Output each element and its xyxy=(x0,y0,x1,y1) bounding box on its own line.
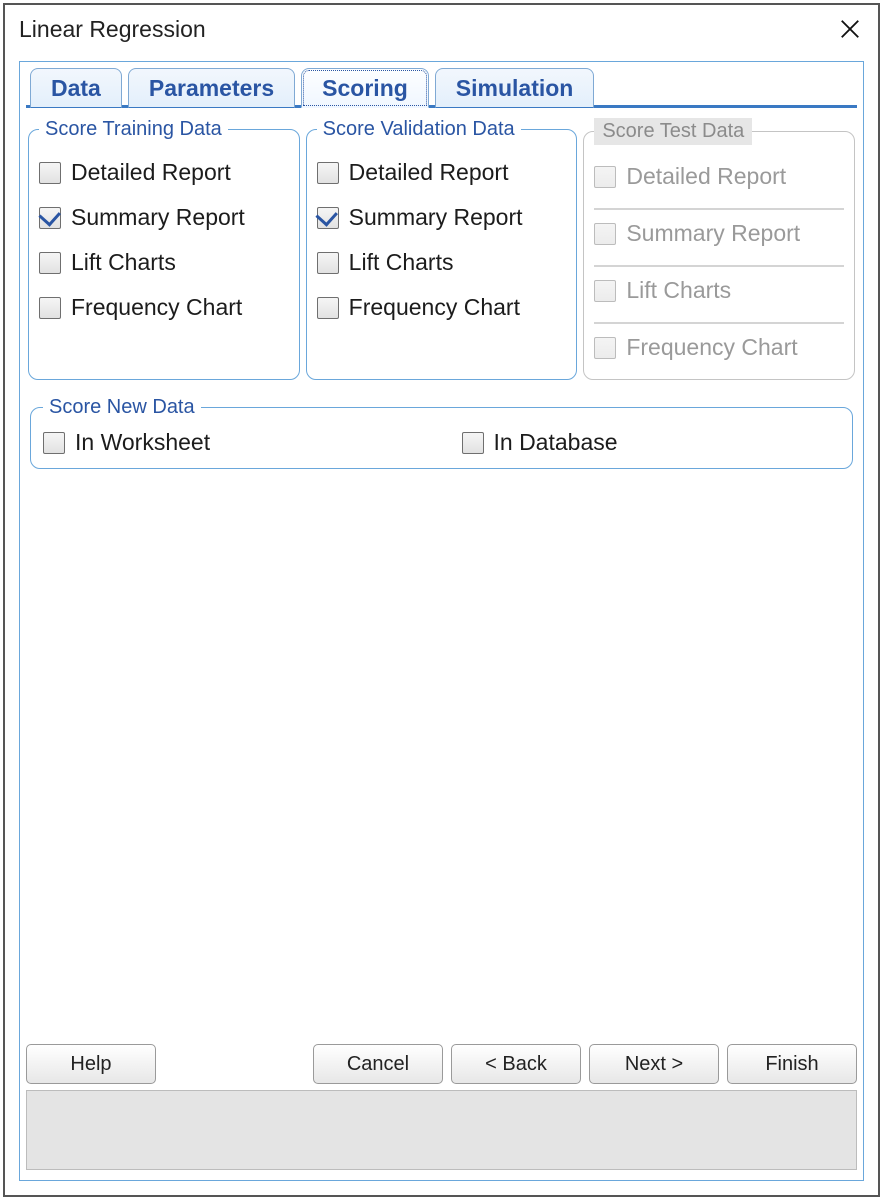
tab-scoring[interactable]: Scoring xyxy=(301,68,429,108)
group-score-validation: Score Validation Data Detailed Report Su… xyxy=(306,118,578,380)
help-button[interactable]: Help xyxy=(26,1044,156,1084)
score-groups-row: Score Training Data Detailed Report Summ… xyxy=(28,118,855,380)
titlebar: Linear Regression xyxy=(5,5,878,53)
checkbox-icon xyxy=(317,297,339,319)
checkbox-icon xyxy=(39,297,61,319)
checkbox-icon xyxy=(317,207,339,229)
cancel-button[interactable]: Cancel xyxy=(313,1044,443,1084)
checkbox-icon xyxy=(43,432,65,454)
checkbox-icon xyxy=(317,162,339,184)
checkbox-icon xyxy=(594,280,616,302)
button-row: Help Cancel < Back Next > Finish xyxy=(26,1042,857,1090)
chk-validation-summary[interactable]: Summary Report xyxy=(317,204,567,231)
group-score-test: Score Test Data Detailed Report Summary … xyxy=(583,118,855,380)
group-score-new-data: Score New Data In Worksheet In Database xyxy=(30,396,853,469)
group-legend: Score Training Data xyxy=(39,118,228,141)
group-score-training: Score Training Data Detailed Report Summ… xyxy=(28,118,300,380)
chk-label: Detailed Report xyxy=(626,163,786,190)
tabstrip: Data Parameters Scoring Simulation xyxy=(26,68,857,108)
chk-newdata-worksheet[interactable]: In Worksheet xyxy=(43,429,422,456)
tab-simulation[interactable]: Simulation xyxy=(435,68,595,108)
chk-label: Lift Charts xyxy=(349,249,454,276)
close-button[interactable] xyxy=(830,9,870,49)
next-button[interactable]: Next > xyxy=(589,1044,719,1084)
tab-data[interactable]: Data xyxy=(30,68,122,108)
tab-content: Score Training Data Detailed Report Summ… xyxy=(26,108,857,1042)
divider xyxy=(594,322,844,324)
chk-newdata-database[interactable]: In Database xyxy=(462,429,841,456)
finish-button[interactable]: Finish xyxy=(727,1044,857,1084)
chk-label: Detailed Report xyxy=(71,159,231,186)
chk-label: Lift Charts xyxy=(626,277,731,304)
tab-parameters[interactable]: Parameters xyxy=(128,68,295,108)
chk-test-detailed: Detailed Report xyxy=(594,163,844,190)
group-legend: Score New Data xyxy=(43,396,201,419)
chk-training-summary[interactable]: Summary Report xyxy=(39,204,289,231)
dialog-window: Linear Regression Data Parameters Scorin… xyxy=(3,3,880,1197)
chk-validation-detailed[interactable]: Detailed Report xyxy=(317,159,567,186)
checkbox-icon xyxy=(462,432,484,454)
client-area: Data Parameters Scoring Simulation Score… xyxy=(19,61,864,1181)
chk-label: In Database xyxy=(494,429,618,456)
divider xyxy=(594,265,844,267)
chk-label: Detailed Report xyxy=(349,159,509,186)
dialog-title: Linear Regression xyxy=(19,16,206,43)
chk-test-frequency: Frequency Chart xyxy=(594,334,844,361)
group-legend: Score Validation Data xyxy=(317,118,521,141)
chk-test-lift: Lift Charts xyxy=(594,277,844,304)
chk-training-frequency[interactable]: Frequency Chart xyxy=(39,294,289,321)
chk-label: Summary Report xyxy=(626,220,800,247)
chk-label: Summary Report xyxy=(71,204,245,231)
chk-label: In Worksheet xyxy=(75,429,210,456)
checkbox-icon xyxy=(39,207,61,229)
chk-validation-lift[interactable]: Lift Charts xyxy=(317,249,567,276)
status-area xyxy=(26,1090,857,1170)
checkbox-icon xyxy=(594,166,616,188)
chk-label: Frequency Chart xyxy=(626,334,797,361)
chk-training-lift[interactable]: Lift Charts xyxy=(39,249,289,276)
checkbox-icon xyxy=(594,337,616,359)
chk-test-summary: Summary Report xyxy=(594,220,844,247)
chk-validation-frequency[interactable]: Frequency Chart xyxy=(317,294,567,321)
chk-label: Summary Report xyxy=(349,204,523,231)
new-data-section: Score New Data In Worksheet In Database xyxy=(28,396,855,469)
back-button[interactable]: < Back xyxy=(451,1044,581,1084)
close-icon xyxy=(839,18,861,40)
checkbox-icon xyxy=(39,162,61,184)
checkbox-icon xyxy=(317,252,339,274)
chk-label: Frequency Chart xyxy=(349,294,520,321)
group-legend: Score Test Data xyxy=(594,118,752,145)
chk-training-detailed[interactable]: Detailed Report xyxy=(39,159,289,186)
checkbox-icon xyxy=(39,252,61,274)
divider xyxy=(594,208,844,210)
chk-label: Lift Charts xyxy=(71,249,176,276)
chk-label: Frequency Chart xyxy=(71,294,242,321)
checkbox-icon xyxy=(594,223,616,245)
